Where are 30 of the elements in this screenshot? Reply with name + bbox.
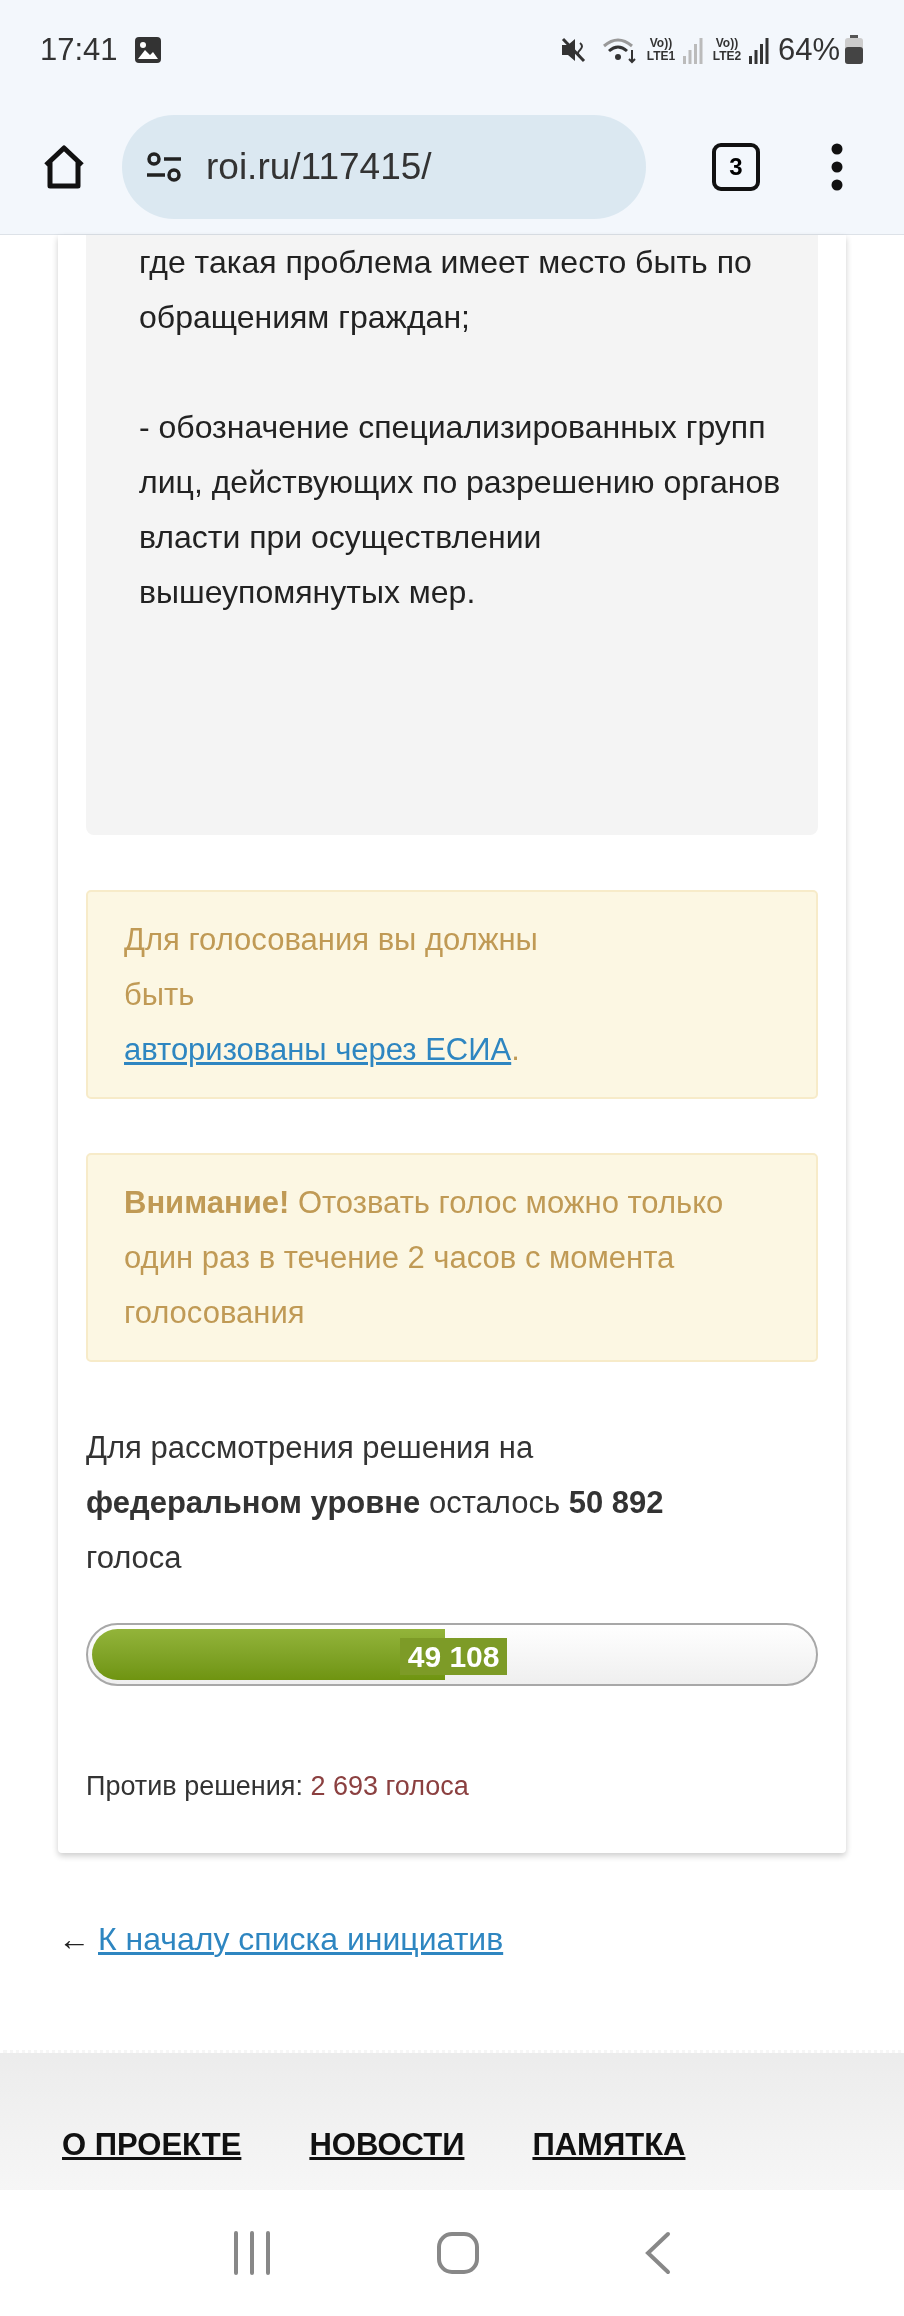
url-text: roi.ru/117415/ <box>206 145 432 190</box>
footer-link[interactable]: ПАМЯТКА <box>532 2121 686 2168</box>
tab-count-button[interactable]: 3 <box>712 143 760 191</box>
home-button-icon[interactable] <box>436 2231 480 2275</box>
notice-text: Для голосования вы должны быть авторизованы через ЕСИА. <box>124 921 539 1069</box>
clock-time: 17:41 <box>40 30 118 69</box>
wifi-icon <box>601 36 638 64</box>
notice-text: Внимание! Отозвать голос можно только один раз в течение 2 часов с момента голосования <box>124 1184 725 1332</box>
against-count: 2 693 голоса <box>310 1771 469 1801</box>
recent-apps-icon[interactable] <box>232 2231 272 2275</box>
battery-level: 64% <box>777 30 840 69</box>
auth-link[interactable]: авторизованы через ЕСИА <box>124 1032 512 1067</box>
back-icon[interactable] <box>644 2231 672 2275</box>
arrow-text: ← <box>58 1919 90 1959</box>
back-link[interactable]: К началу списка инициатив <box>98 1914 504 1963</box>
address-bar[interactable]: roi.ru/117415/ <box>122 115 646 219</box>
petition-paragraph: где такая проблема имеет место быть по обращениям граждан; <box>139 243 753 337</box>
footer-link[interactable]: НОВОСТИ <box>309 2121 465 2168</box>
petition-paragraph: - обозначение специализированных групп лиц, действующих по разрешению органов власти при осуществлении вышеупомянутых мер. <box>139 408 782 612</box>
against-label: Против решения: <box>86 1771 303 1801</box>
image-icon <box>133 36 162 64</box>
signal-icon <box>681 36 704 64</box>
footer-link[interactable]: О ПРОЕКТЕ <box>62 2121 242 2168</box>
votes-remaining-text: Для рассмотрения решения на федеральном уровне осталось 50 892 голоса <box>86 1429 665 1577</box>
sim-label: Vo)) LTE1 <box>645 37 677 63</box>
battery-icon <box>844 35 864 65</box>
menu-icon[interactable] <box>830 142 844 192</box>
signal-icon <box>747 36 770 64</box>
progress-label: 49 108 <box>399 1638 508 1675</box>
sim-label: Vo)) LTE2 <box>711 37 743 63</box>
